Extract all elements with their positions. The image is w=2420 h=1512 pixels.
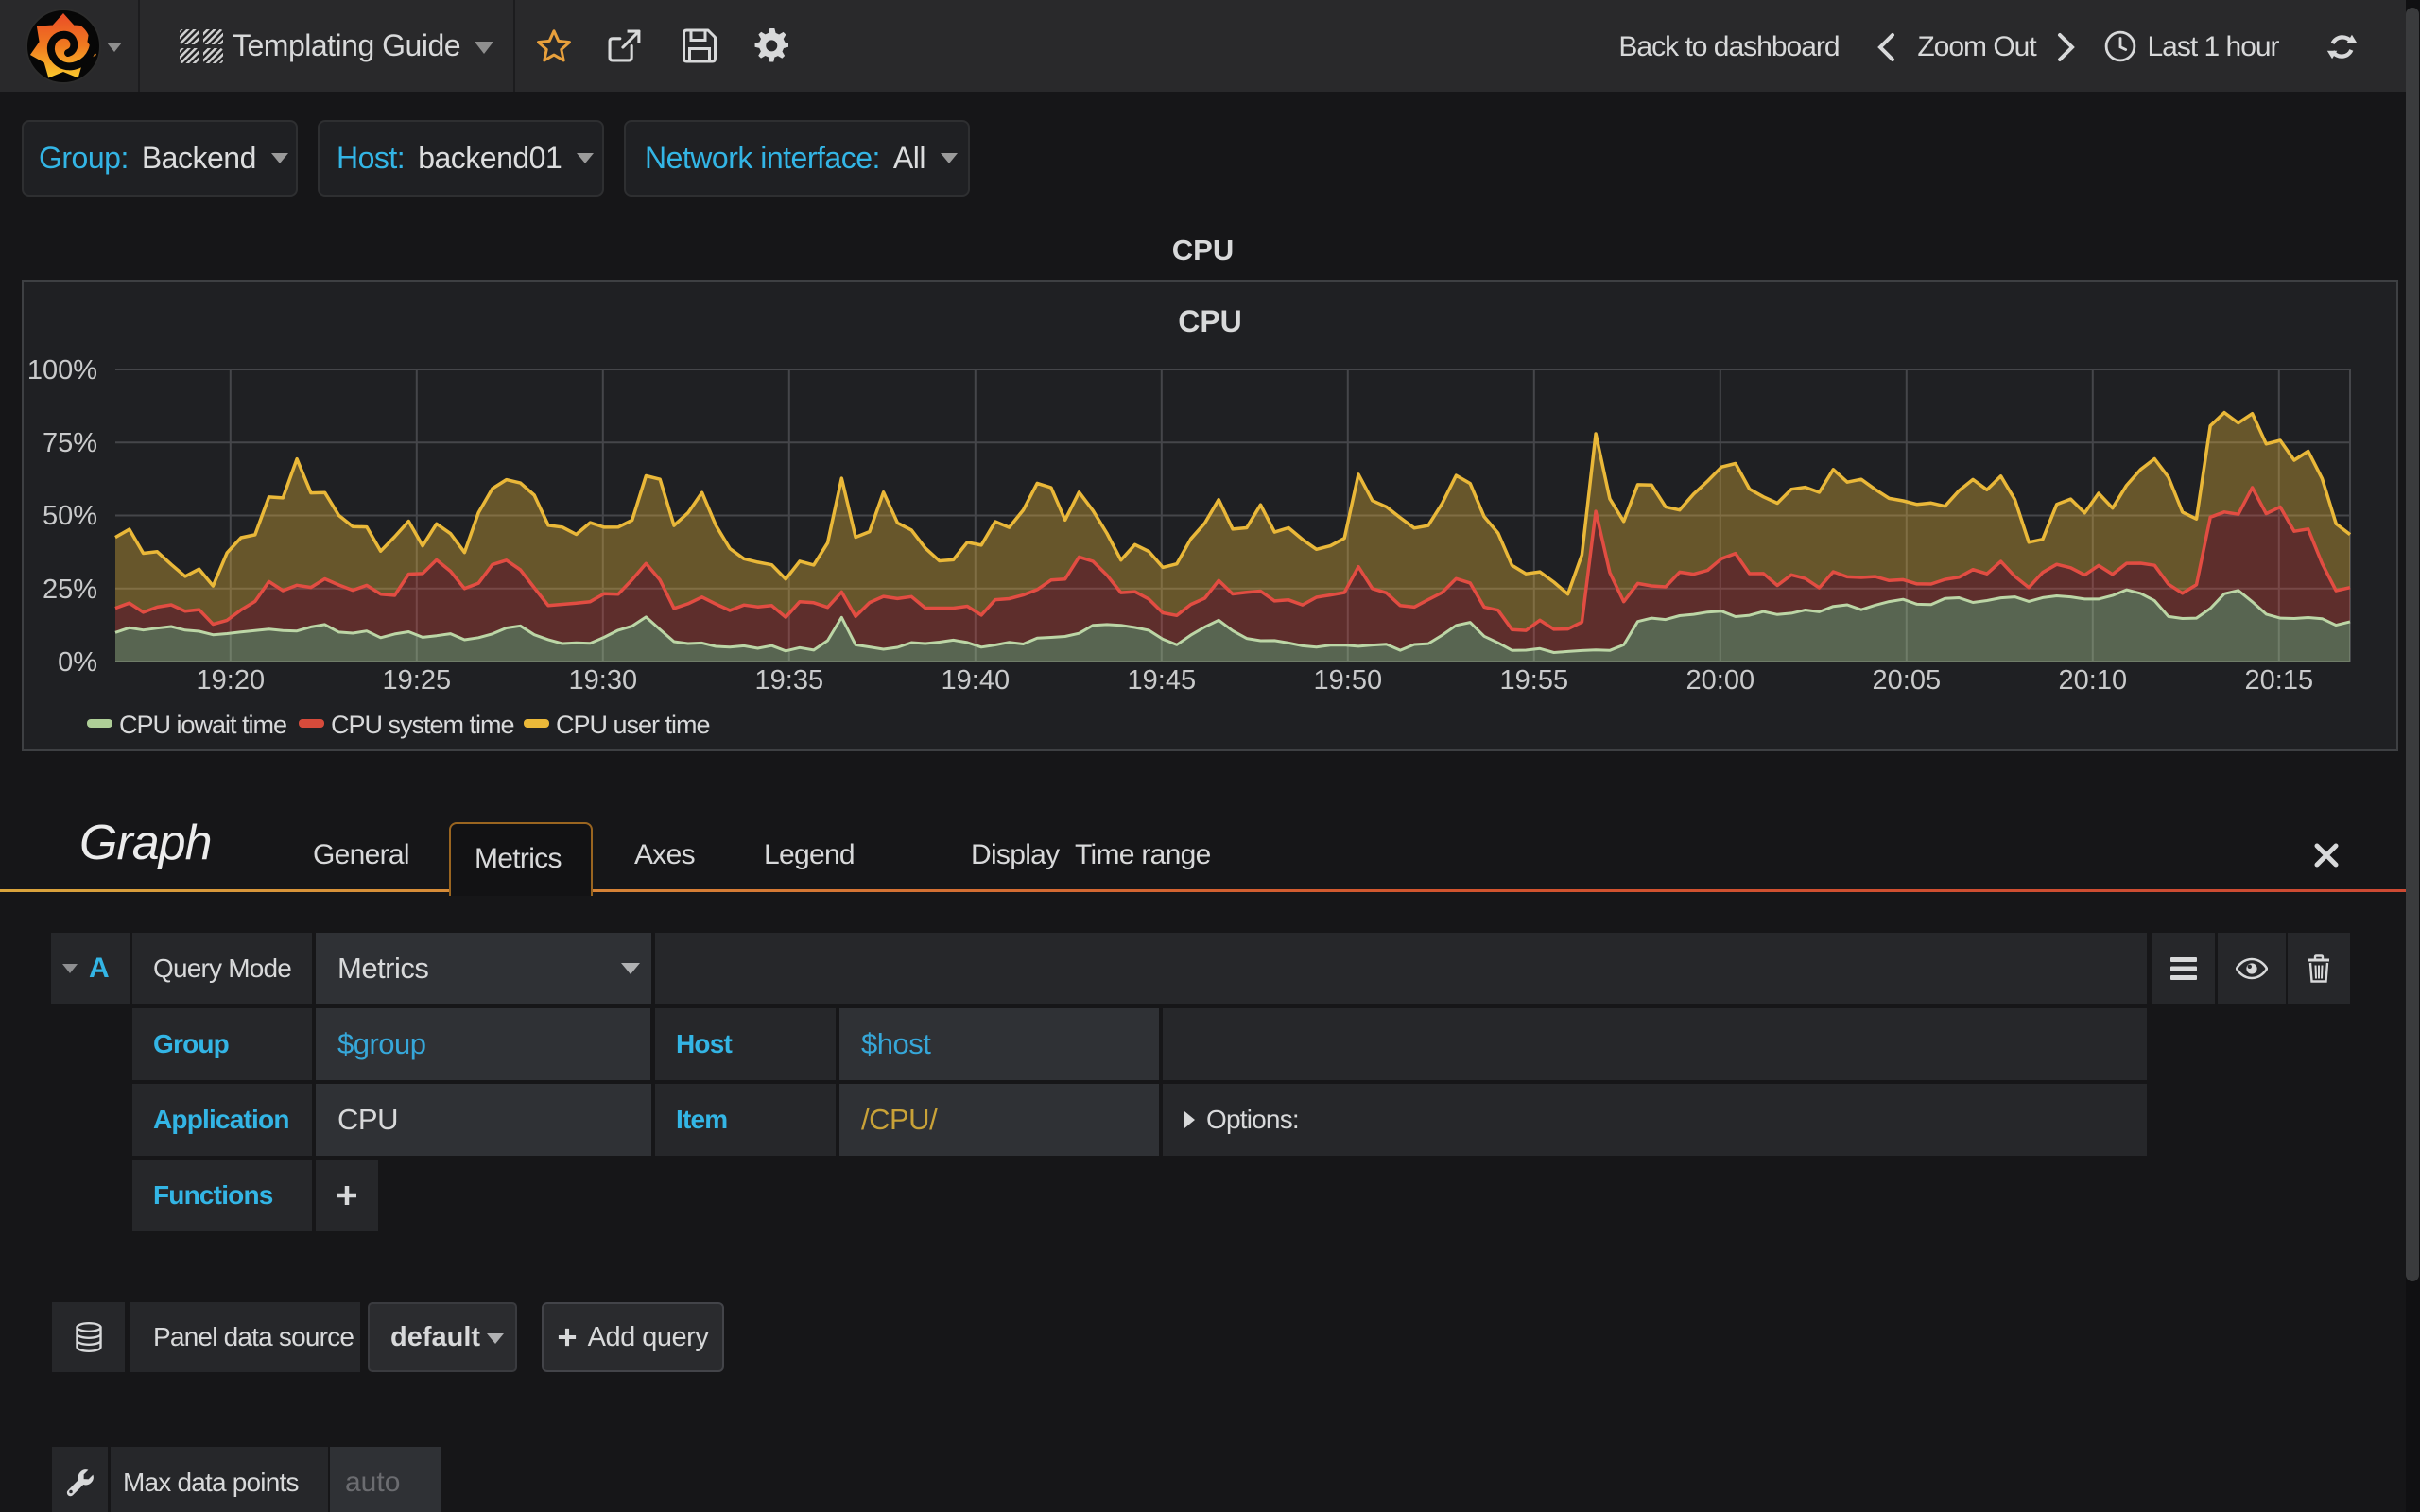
svg-text:19:40: 19:40 <box>942 665 1011 696</box>
svg-text:20:00: 20:00 <box>1686 665 1755 696</box>
svg-text:19:30: 19:30 <box>569 665 638 696</box>
svg-text:20:10: 20:10 <box>2059 665 2128 696</box>
svg-text:75%: 75% <box>43 428 97 458</box>
svg-text:CPU system time: CPU system time <box>331 711 514 739</box>
svg-text:20:15: 20:15 <box>2245 665 2314 696</box>
svg-text:19:45: 19:45 <box>1128 665 1197 696</box>
svg-text:0%: 0% <box>58 647 97 678</box>
svg-text:100%: 100% <box>27 355 97 386</box>
svg-text:19:50: 19:50 <box>1314 665 1383 696</box>
svg-text:19:20: 19:20 <box>197 665 266 696</box>
svg-text:20:05: 20:05 <box>1873 665 1942 696</box>
svg-text:19:35: 19:35 <box>755 665 824 696</box>
svg-text:50%: 50% <box>43 501 97 531</box>
svg-text:19:25: 19:25 <box>383 665 452 696</box>
svg-text:19:55: 19:55 <box>1500 665 1569 696</box>
svg-text:25%: 25% <box>43 575 97 605</box>
svg-text:CPU iowait time: CPU iowait time <box>119 711 286 739</box>
svg-text:CPU user time: CPU user time <box>556 711 710 739</box>
